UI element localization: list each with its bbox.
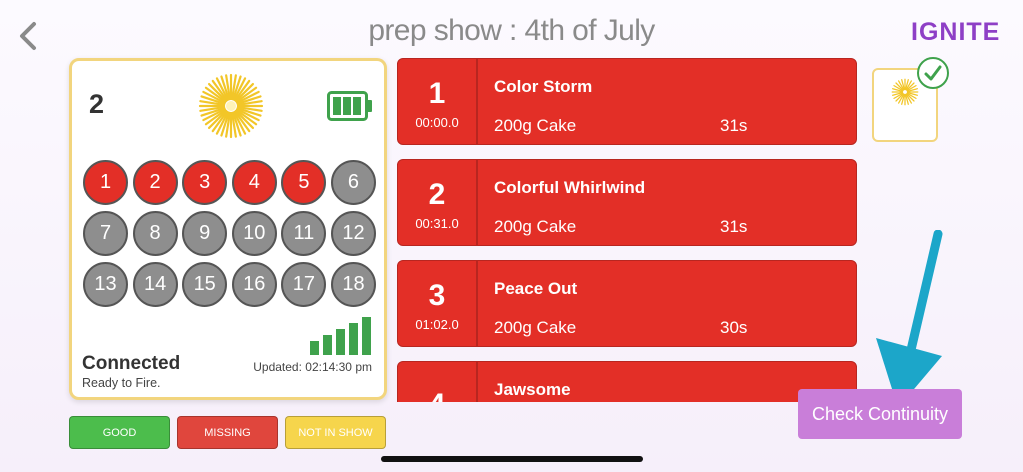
cue-button-17[interactable]: 17 (281, 262, 327, 307)
cue-number: 1 (428, 77, 446, 110)
cue-button-6[interactable]: 6 (330, 160, 376, 205)
cue-button-5[interactable]: 5 (281, 160, 327, 205)
page-title: prep show : 4th of July (368, 14, 655, 47)
cue-button-4[interactable]: 4 (231, 160, 277, 205)
firework-burst-icon (198, 73, 264, 139)
legend-not-in-show: NOT IN SHOW (285, 416, 386, 449)
check-continuity-button[interactable]: Check Continuity (798, 389, 962, 439)
brand-logo: IGNITE (911, 18, 1001, 46)
cue-product: 200g Cake (494, 217, 577, 236)
cue-index: 2 00:31.0 (398, 160, 478, 245)
cue-time: 01:02.0 (415, 317, 459, 332)
cue-row[interactable]: 2 00:31.0 Colorful Whirlwind 200g Cake 3… (397, 159, 857, 246)
firework-burst-icon (891, 78, 919, 106)
ready-status: Ready to Fire. (82, 376, 161, 390)
cue-duration: 31s (720, 116, 748, 135)
cue-button-11[interactable]: 11 (281, 211, 327, 256)
checkmark-icon (917, 57, 949, 89)
cue-duration: 30s (720, 318, 748, 337)
cue-info: Colorful Whirlwind 200g Cake 31s (478, 160, 856, 245)
cue-number: 4 (429, 389, 446, 402)
cue-name: Colorful Whirlwind (494, 178, 646, 197)
cue-time: 00:31.0 (415, 216, 459, 231)
cue-button-15[interactable]: 15 (182, 262, 228, 307)
cue-grid: 1 2 3 4 5 6 7 8 9 10 11 12 13 14 15 16 17 18 (83, 160, 379, 307)
module-card[interactable]: 2 1 2 3 4 5 6 7 8 9 10 11 12 13 14 15 16 17 18 Connected … (69, 58, 387, 400)
cue-button-7[interactable]: 7 (83, 211, 128, 256)
cue-index: 1 00:00.0 (398, 59, 478, 144)
signal-bars-icon (310, 317, 371, 355)
cue-product: 200g Cake (494, 318, 577, 337)
cue-button-8[interactable]: 8 (132, 211, 178, 256)
cue-number: 3 (428, 279, 446, 312)
home-indicator[interactable] (381, 456, 643, 462)
cue-button-18[interactable]: 18 (330, 262, 376, 307)
cue-index: 4 (398, 362, 478, 402)
cue-button-16[interactable]: 16 (231, 262, 277, 307)
cue-name: Peace Out (494, 279, 578, 298)
cue-row[interactable]: 1 00:00.0 Color Storm 200g Cake 31s (397, 58, 857, 145)
cue-row[interactable]: 4 Jawsome (397, 361, 857, 402)
cue-duration: 31s (720, 217, 748, 236)
cue-button-10[interactable]: 10 (231, 211, 277, 256)
cue-button-3[interactable]: 3 (182, 160, 228, 205)
battery-full-icon (327, 91, 372, 121)
cue-name: Color Storm (494, 77, 593, 96)
down-pointing-arrow-icon (876, 230, 943, 408)
updated-timestamp: Updated: 02:14:30 pm (253, 360, 372, 374)
legend-missing: MISSING (177, 416, 278, 449)
cue-button-14[interactable]: 14 (132, 262, 178, 307)
cue-button-2[interactable]: 2 (132, 160, 178, 205)
cue-button-13[interactable]: 13 (83, 262, 128, 307)
cue-index: 3 01:02.0 (398, 261, 478, 346)
cue-name: Jawsome (494, 380, 571, 399)
cue-info: Peace Out 200g Cake 30s (478, 261, 856, 346)
cue-number: 2 (428, 178, 446, 211)
cue-list[interactable]: 1 00:00.0 Color Storm 200g Cake 31s 2 00… (397, 58, 857, 402)
module-number: 2 (89, 89, 105, 119)
cue-button-9[interactable]: 9 (182, 211, 228, 256)
cue-time: 00:00.0 (415, 115, 459, 130)
cue-button-1[interactable]: 1 (83, 160, 128, 205)
cue-info: Color Storm 200g Cake 31s (478, 59, 856, 144)
cue-row[interactable]: 3 01:02.0 Peace Out 200g Cake 30s (397, 260, 857, 347)
legend-good: GOOD (69, 416, 170, 449)
cue-button-12[interactable]: 12 (330, 211, 376, 256)
connection-status: Connected (82, 353, 181, 374)
cue-product: 200g Cake (494, 116, 577, 135)
